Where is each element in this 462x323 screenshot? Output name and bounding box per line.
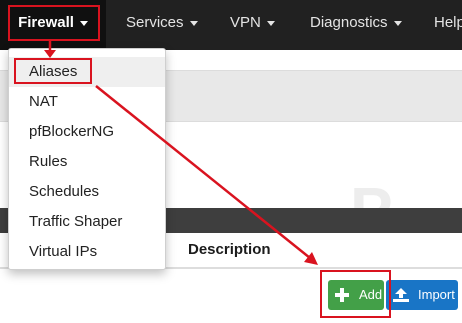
nav-help-label: Help: [434, 14, 462, 31]
highlight-firewall: [8, 5, 100, 41]
menu-item-label: Schedules: [29, 183, 100, 200]
menu-item-label: NAT: [29, 93, 58, 110]
caret-down-icon: [266, 20, 275, 26]
import-button[interactable]: Import: [386, 280, 458, 310]
menu-item-traffic-shaper[interactable]: Traffic Shaper: [9, 207, 165, 237]
caret-down-icon: [189, 20, 198, 26]
highlight-aliases: [14, 58, 92, 84]
nav-services-label: Services: [126, 14, 184, 31]
nav-diagnostics-label: Diagnostics: [310, 14, 388, 31]
nav-help[interactable]: Help: [434, 0, 462, 50]
highlight-add: [320, 270, 391, 318]
menu-item-pfblockerng[interactable]: pfBlockerNG: [9, 117, 165, 147]
menu-item-label: Traffic Shaper: [29, 213, 123, 230]
caret-down-icon: [393, 20, 402, 26]
menu-item-label: Rules: [29, 153, 68, 170]
menu-item-label: Virtual IPs: [29, 243, 98, 260]
column-header-description: Description: [188, 241, 271, 258]
import-button-label: Import: [418, 287, 455, 302]
nav-vpn[interactable]: VPN: [230, 0, 275, 50]
menu-item-virtual-ips[interactable]: Virtual IPs: [9, 237, 165, 267]
menu-item-rules[interactable]: Rules: [9, 147, 165, 177]
menu-item-nat[interactable]: NAT: [9, 87, 165, 117]
menu-item-schedules[interactable]: Schedules: [9, 177, 165, 207]
nav-vpn-label: VPN: [230, 14, 261, 31]
nav-diagnostics[interactable]: Diagnostics: [310, 0, 402, 50]
upload-icon: [393, 288, 409, 302]
menu-item-label: pfBlockerNG: [29, 123, 115, 140]
nav-services[interactable]: Services: [126, 0, 198, 50]
